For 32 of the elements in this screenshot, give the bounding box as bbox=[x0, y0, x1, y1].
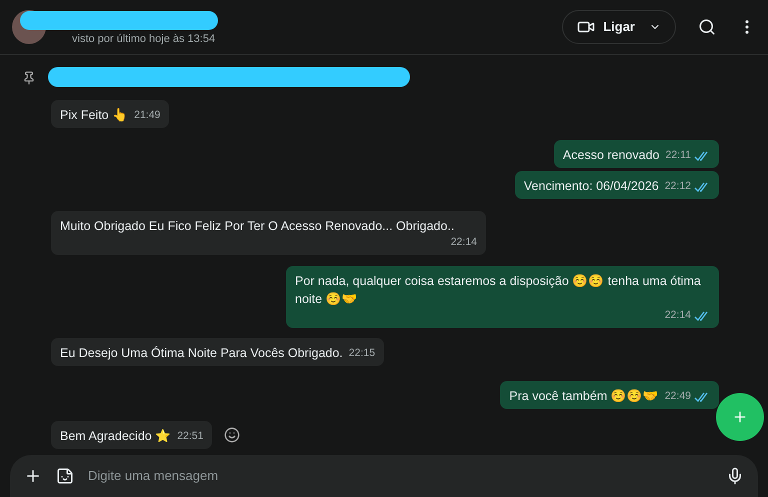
message-input[interactable]: Digite uma mensagem bbox=[88, 466, 712, 486]
message-text: Vencimento: 06/04/2026 bbox=[524, 178, 659, 195]
message-time: 21:49 bbox=[134, 108, 160, 124]
message-text: Eu Desejo Uma Ótima Noite Para Vocês Obrigado. bbox=[60, 344, 343, 362]
call-button[interactable]: Ligar bbox=[562, 10, 676, 44]
sticker-icon[interactable] bbox=[56, 467, 74, 485]
new-chat-button[interactable] bbox=[716, 393, 764, 441]
double-check-icon bbox=[694, 182, 710, 192]
microphone-icon[interactable] bbox=[726, 467, 744, 485]
message-time: 22:12 bbox=[664, 179, 691, 194]
double-check-icon bbox=[694, 310, 710, 321]
pin-icon bbox=[22, 70, 36, 84]
message-time: 22:51 bbox=[177, 428, 204, 444]
message-text: Por nada, qualquer coisa estaremos a disposição ☺☺ tenha uma ótima noite ☺🤝 bbox=[295, 272, 702, 308]
attach-icon[interactable] bbox=[24, 467, 42, 485]
message-text: Pix Feito 👆 bbox=[60, 107, 128, 124]
message-time: 22:15 bbox=[348, 346, 376, 361]
message-text: Bem Agradecido ⭐ bbox=[60, 428, 172, 444]
react-emoji-icon[interactable] bbox=[224, 426, 240, 442]
message-time: 22:14 bbox=[664, 308, 691, 323]
double-check-icon bbox=[694, 392, 710, 402]
double-check-icon bbox=[694, 151, 710, 162]
message-time: 22:49 bbox=[664, 388, 691, 404]
search-icon[interactable] bbox=[698, 18, 716, 36]
last-seen-status: visto por último hoje às 13:54 bbox=[72, 32, 216, 45]
message-time: 22:14 bbox=[450, 235, 477, 250]
message-time: 22:11 bbox=[666, 148, 691, 164]
message-text: Muito Obrigado Eu Fico Feliz Por Ter O Acesso Renovado... Obrigado.. bbox=[60, 218, 456, 235]
message-text: Acesso renovado bbox=[562, 147, 660, 164]
message-text: Pra você também ☺☺🤝 bbox=[509, 388, 659, 404]
plus-icon bbox=[732, 409, 748, 425]
message-composer[interactable]: Digite uma mensagem bbox=[10, 455, 758, 497]
